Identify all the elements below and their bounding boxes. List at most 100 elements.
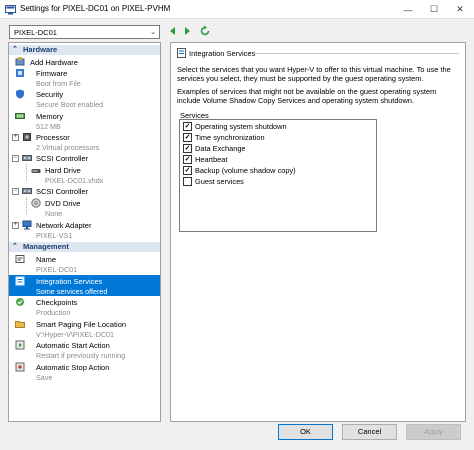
service-data-exchange[interactable]: ✓ Data Exchange	[183, 144, 373, 154]
checkbox-checked[interactable]: ✓	[183, 122, 192, 131]
memory-icon	[15, 113, 25, 119]
service-label: Backup (volume shadow copy)	[195, 166, 296, 175]
sidebar-item-detail: Secure Boot enabled	[36, 100, 104, 109]
sidebar-item-integration-services[interactable]: Integration Services Some services offer…	[9, 275, 160, 296]
service-backup[interactable]: ✓ Backup (volume shadow copy)	[183, 166, 373, 176]
section-divider	[255, 53, 459, 54]
stop-action-icon	[15, 362, 25, 372]
service-label: Data Exchange	[195, 144, 246, 153]
collapse-minus-icon[interactable]: −	[12, 188, 19, 195]
service-heartbeat[interactable]: ✓ Heartbeat	[183, 155, 373, 165]
apply-button[interactable]: Apply	[406, 424, 461, 440]
hardware-section-header[interactable]: ⌃ Hardware	[9, 45, 160, 55]
sidebar-item-hard-drive[interactable]: Hard Drive PIXEL-DC01.vhdx	[9, 164, 160, 185]
expand-plus-icon[interactable]: +	[12, 134, 19, 141]
window-title: Settings for PIXEL-DC01 on PIXEL-PVHM	[20, 4, 171, 13]
hardware-header-label: Hardware	[23, 45, 58, 54]
service-label: Heartbeat	[195, 155, 228, 164]
sidebar-item-label: Network Adapter	[36, 221, 92, 230]
sidebar-item-label: Processor	[36, 133, 70, 142]
shield-icon	[16, 89, 24, 99]
sidebar-item-detail: PIXEL-DC01.vhdx	[45, 176, 104, 185]
settings-app-icon	[5, 5, 16, 15]
chevron-down-icon: ⌄	[150, 29, 156, 36]
processor-icon	[23, 133, 31, 141]
sidebar-item-dvd-drive[interactable]: DVD Drive None	[9, 197, 160, 218]
description-paragraph: Select the services that you want Hyper-…	[177, 65, 451, 83]
sidebar-item-detail: None	[45, 209, 63, 218]
folder-icon	[15, 321, 25, 328]
back-arrow-icon[interactable]	[167, 25, 179, 37]
management-section-header[interactable]: ⌃ Management	[9, 242, 160, 252]
checkbox-checked[interactable]: ✓	[183, 166, 192, 175]
section-title-label: Integration Services	[189, 49, 256, 58]
sidebar-item-label: Name	[36, 255, 57, 264]
integration-services-panel: Integration Services Select the services…	[170, 42, 466, 422]
sidebar-item-automatic-start-action[interactable]: Automatic Start Action Restart if previo…	[9, 339, 160, 360]
settings-tree: ⌃ Hardware Add Hardware Firmware Boot fr…	[8, 42, 161, 422]
sidebar-item-detail: Save	[36, 373, 53, 382]
sidebar-item-network-adapter[interactable]: + Network Adapter PIXEL-VS1	[9, 219, 160, 240]
sidebar-item-label: Add Hardware	[30, 58, 78, 67]
sidebar-item-checkpoints[interactable]: Checkpoints Production	[9, 296, 160, 317]
sidebar-item-processor[interactable]: + Processor 2 Virtual processors	[9, 131, 160, 152]
service-label: Time synchronization	[195, 133, 265, 142]
sidebar-item-label: SCSI Controller	[36, 154, 89, 163]
sidebar-item-scsi-controller-2[interactable]: − SCSI Controller	[9, 186, 160, 197]
refresh-icon[interactable]	[199, 25, 211, 37]
integration-services-icon	[15, 276, 25, 286]
cancel-button[interactable]: Cancel	[342, 424, 397, 440]
sidebar-item-label: Smart Paging File Location	[36, 320, 127, 329]
sidebar-item-label: Firmware	[36, 69, 68, 78]
sidebar-item-smart-paging[interactable]: Smart Paging File Location V:\Hyper-V\PI…	[9, 318, 160, 339]
sidebar-item-detail: PIXEL-DC01	[36, 265, 78, 274]
sidebar-item-name[interactable]: Name PIXEL-DC01	[9, 253, 160, 274]
collapse-caret-icon: ⌃	[12, 46, 18, 53]
sidebar-item-detail: 2 Virtual processors	[36, 143, 100, 152]
sidebar-item-firmware[interactable]: Firmware Boot from File	[9, 67, 160, 88]
scsi-controller-icon	[22, 188, 32, 194]
sidebar-item-detail: Restart if previously running	[36, 351, 126, 360]
checkbox-unchecked[interactable]	[183, 177, 192, 186]
service-guest-services[interactable]: Guest services	[183, 177, 373, 187]
sidebar-item-label: Automatic Stop Action	[36, 363, 110, 372]
forward-arrow-icon[interactable]	[181, 25, 193, 37]
checkbox-checked[interactable]: ✓	[183, 155, 192, 164]
name-tag-icon	[15, 255, 25, 263]
services-list: ✓ Operating system shutdown ✓ Time synch…	[179, 119, 377, 232]
collapse-minus-icon[interactable]: −	[12, 155, 19, 162]
sidebar-item-memory[interactable]: Memory 512 MB	[9, 110, 160, 131]
service-label: Operating system shutdown	[195, 122, 287, 131]
start-action-icon	[15, 340, 25, 350]
firmware-icon	[16, 69, 24, 77]
sidebar-item-label: Automatic Start Action	[36, 341, 110, 350]
service-time-synchronization[interactable]: ✓ Time synchronization	[183, 133, 373, 143]
dvd-drive-icon	[31, 198, 41, 208]
service-operating-system-shutdown[interactable]: ✓ Operating system shutdown	[183, 122, 373, 132]
hard-drive-icon	[31, 169, 41, 173]
network-adapter-icon	[22, 220, 32, 230]
sidebar-item-scsi-controller-1[interactable]: − SCSI Controller	[9, 153, 160, 164]
sidebar-item-label: Checkpoints	[36, 298, 78, 307]
sidebar-item-add-hardware[interactable]: Add Hardware	[9, 56, 160, 67]
expand-plus-icon[interactable]: +	[12, 222, 19, 229]
sidebar-item-detail: PIXEL-VS1	[36, 231, 73, 240]
title-bar: Settings for PIXEL-DC01 on PIXEL-PVHM — …	[0, 0, 474, 19]
management-header-label: Management	[23, 242, 69, 251]
service-label: Guest services	[195, 177, 244, 186]
minimize-button[interactable]: —	[396, 0, 420, 19]
ok-button[interactable]: OK	[278, 424, 333, 440]
scsi-controller-icon	[22, 155, 32, 161]
sidebar-item-label: SCSI Controller	[36, 187, 89, 196]
sidebar-item-detail: Some services offered	[36, 287, 108, 296]
vm-selector-dropdown[interactable]: PIXEL-DC01 ⌄	[9, 25, 160, 39]
sidebar-item-security[interactable]: Security Secure Boot enabled	[9, 88, 160, 109]
close-button[interactable]: ✕	[448, 0, 472, 19]
maximize-button[interactable]: ☐	[422, 0, 446, 19]
sidebar-item-detail: V:\Hyper-V\PIXEL-DC01	[36, 330, 115, 339]
checkbox-checked[interactable]: ✓	[183, 133, 192, 142]
sidebar-item-label: Security	[36, 90, 64, 99]
sidebar-item-label: Hard Drive	[45, 166, 81, 175]
checkbox-checked[interactable]: ✓	[183, 144, 192, 153]
sidebar-item-automatic-stop-action[interactable]: Automatic Stop Action Save	[9, 361, 160, 382]
